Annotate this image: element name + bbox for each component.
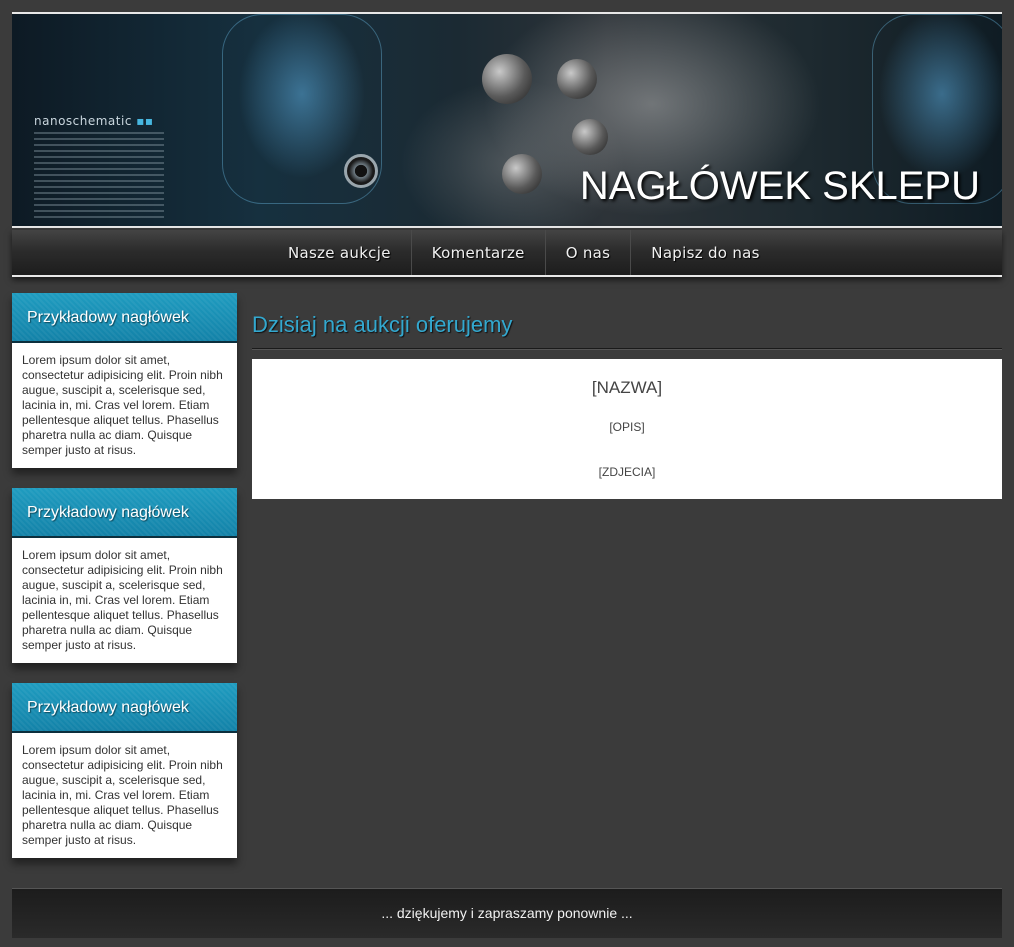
banner-decoration bbox=[572, 119, 608, 155]
footer: ... dziękujemy i zapraszamy ponownie ... bbox=[12, 888, 1002, 938]
footer-text: ... dziękujemy i zapraszamy ponownie ... bbox=[381, 905, 633, 921]
auction-panel: [NAZWA] [OPIS] [ZDJECIA] bbox=[252, 359, 1002, 499]
title-divider bbox=[252, 348, 1002, 350]
auction-description: [OPIS] bbox=[609, 420, 645, 434]
lens-icon bbox=[344, 154, 378, 188]
sidebar-box: Przykładowy nagłówek Lorem ipsum dolor s… bbox=[12, 488, 237, 663]
sidebar-box-text: Lorem ipsum dolor sit amet, consectetur … bbox=[22, 743, 223, 847]
page-title: Dzisiaj na aukcji oferujemy bbox=[252, 312, 513, 337]
nav-list: Nasze aukcje Komentarze O nas Napisz do … bbox=[268, 230, 780, 275]
shop-title: NAGŁÓWEK SKLEPU bbox=[579, 164, 980, 208]
auction-photos: [ZDJECIA] bbox=[598, 465, 656, 479]
sidebar-box-heading: Przykładowy nagłówek bbox=[12, 293, 237, 343]
header-banner: nanoschematic ▪▪ NAGŁÓWEK SKLEPU bbox=[12, 12, 1002, 228]
sidebar-box: Przykładowy nagłówek Lorem ipsum dolor s… bbox=[12, 683, 237, 858]
nav-item-nasze-aukcje[interactable]: Nasze aukcje bbox=[268, 230, 412, 275]
auction-name: [NAZWA] bbox=[591, 378, 663, 397]
banner-decoration bbox=[482, 54, 532, 104]
nav-item-napisz-do-nas[interactable]: Napisz do nas bbox=[631, 230, 779, 275]
main-nav: Nasze aukcje Komentarze O nas Napisz do … bbox=[12, 230, 1002, 277]
sidebar-box-heading: Przykładowy nagłówek bbox=[12, 683, 237, 733]
nav-item-o-nas[interactable]: O nas bbox=[546, 230, 632, 275]
sidebar-box-text: Lorem ipsum dolor sit amet, consectetur … bbox=[22, 548, 223, 652]
sidebar-box-text: Lorem ipsum dolor sit amet, consectetur … bbox=[22, 353, 223, 457]
brand-logo-mark: ▪▪ bbox=[136, 114, 154, 128]
brand-logo-text: nanoschematic bbox=[34, 114, 132, 128]
nav-item-komentarze[interactable]: Komentarze bbox=[412, 230, 546, 275]
banner-decoration bbox=[557, 59, 597, 99]
banner-decoration bbox=[502, 154, 542, 194]
banner-decoration bbox=[34, 132, 164, 222]
brand-logo: nanoschematic ▪▪ bbox=[34, 114, 154, 128]
sidebar-box-heading: Przykładowy nagłówek bbox=[12, 488, 237, 538]
sidebar-box: Przykładowy nagłówek Lorem ipsum dolor s… bbox=[12, 293, 237, 468]
